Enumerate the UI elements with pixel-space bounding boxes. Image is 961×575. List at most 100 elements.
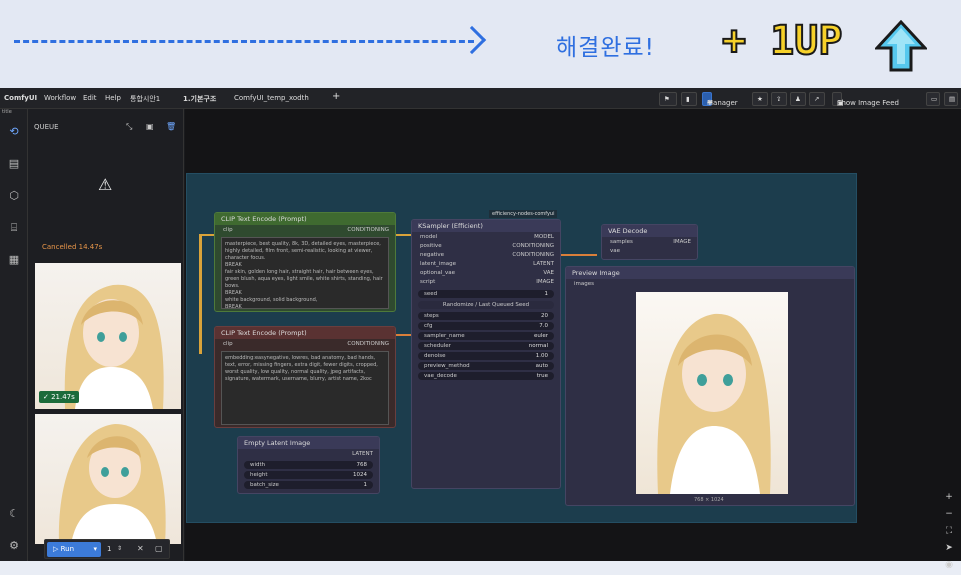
negative-prompt-textarea[interactable]: embedding:easynegative, lowres, bad anat…	[221, 351, 389, 425]
node-title: CLIP Text Encode (Prompt)	[215, 327, 395, 339]
run-button[interactable]: ▷ Run ▾	[47, 542, 101, 557]
model-input[interactable]: model	[420, 234, 437, 240]
manager-button[interactable]: ✚ Manager	[702, 92, 738, 107]
fit-view-icon[interactable]: ⛶	[942, 523, 956, 540]
positive-input[interactable]: positive	[420, 243, 442, 249]
menu-help[interactable]: Help	[105, 94, 121, 102]
stepper-icon[interactable]: ⇕	[117, 545, 122, 552]
settings-gear-icon[interactable]: ⚙	[7, 539, 21, 553]
tab-workflow-3[interactable]: ComfyUI_temp_xodth	[234, 94, 309, 102]
layout-icon[interactable]: ▤	[944, 92, 958, 106]
vae-decode-node[interactable]: VAE Decode samples IMAGE vae	[601, 224, 698, 260]
tab-workflow-2[interactable]: 1.기본구조	[183, 94, 216, 104]
clip-text-encode-positive-node[interactable]: CLIP Text Encode (Prompt) clip CONDITION…	[214, 212, 396, 312]
chevron-down-icon: ▾	[93, 545, 97, 553]
latent-type: LATENT	[533, 261, 554, 267]
optional-vae-input[interactable]: optional_vae	[420, 270, 455, 276]
images-input[interactable]: images	[574, 281, 594, 287]
menu-workflow[interactable]: Workflow	[44, 94, 76, 102]
node-title: VAE Decode	[602, 225, 697, 237]
node-library-icon[interactable]: ▤	[7, 157, 21, 171]
preview-method-widget[interactable]: preview_method auto	[418, 362, 554, 370]
left-sidebar: title ⟲ ▤ ⬡ ⌸ ▦ ☾ ⚙	[0, 109, 28, 561]
graph-canvas[interactable]: CLIP Text Encode (Prompt) clip CONDITION…	[185, 109, 961, 570]
ksampler-efficient-node[interactable]: KSampler (Efficient) model MODEL positiv…	[411, 219, 561, 489]
zoom-in-icon[interactable]: +	[942, 489, 956, 506]
clip-text-encode-negative-node[interactable]: CLIP Text Encode (Prompt) clip CONDITION…	[214, 326, 396, 428]
anime-girl-image	[64, 284, 164, 409]
trash-icon[interactable]: 🗑	[166, 122, 176, 131]
history-icon[interactable]: ⟲	[7, 125, 21, 139]
batch-count[interactable]: 1	[107, 545, 111, 553]
latent-image-input[interactable]: latent_image	[420, 261, 456, 267]
model-library-icon[interactable]: ⬡	[7, 189, 21, 203]
new-tab-plus-icon[interactable]: +	[332, 91, 340, 102]
users-icon[interactable]: ♟	[790, 92, 806, 106]
denoise-widget[interactable]: denoise 1.00	[418, 352, 554, 360]
close-icon[interactable]: ✕	[137, 544, 144, 553]
zoom-out-icon[interactable]: −	[942, 506, 956, 523]
star-icon[interactable]: ★	[752, 92, 768, 106]
cancelled-status: Cancelled 14.47s	[42, 243, 103, 251]
scheduler-widget[interactable]: scheduler normal	[418, 342, 554, 350]
gallery-icon[interactable]: ▣	[146, 122, 154, 131]
top-menubar: ComfyUI Workflow Edit Help 통합시안1 1.기본구조 …	[0, 88, 961, 109]
time-badge: ✓ 21.47s	[39, 391, 79, 403]
wire	[199, 234, 202, 354]
collapse-icon[interactable]: ⤡	[126, 122, 132, 132]
vae-decode-widget[interactable]: vae_decode true	[418, 372, 554, 380]
latent-output[interactable]: LATENT	[352, 451, 373, 457]
node-source-tag: efficiency-nodes-comfyui	[489, 210, 558, 218]
templates-icon[interactable]: ▦	[7, 253, 21, 267]
negative-input[interactable]: negative	[420, 252, 444, 258]
zoom-controls: + − ⛶ ➤ ◉	[942, 489, 956, 575]
script-input[interactable]: script	[420, 279, 435, 285]
image-output[interactable]: IMAGE	[673, 239, 691, 245]
width-widget[interactable]: width 768	[244, 461, 373, 469]
queue-thumbnail-1[interactable]: ✓ 21.47s	[35, 263, 181, 409]
clip-input[interactable]: clip	[223, 341, 233, 347]
chevron-right-icon	[457, 25, 487, 55]
panel-toggle-icon[interactable]: ▭	[926, 92, 940, 106]
steps-widget[interactable]: steps 20	[418, 312, 554, 320]
stop-icon[interactable]: ▢	[155, 544, 163, 553]
wire	[557, 254, 597, 256]
play-icon: ▷	[53, 545, 61, 553]
show-image-feed-button[interactable]: ▣ Show Image Feed	[832, 92, 899, 107]
samples-input[interactable]: samples	[610, 239, 633, 245]
node-title: Preview Image	[566, 267, 854, 279]
theme-moon-icon[interactable]: ☾	[7, 507, 21, 521]
positive-type: CONDITIONING	[512, 243, 554, 249]
conditioning-output[interactable]: CONDITIONING	[347, 227, 389, 233]
done-label: 해결완료!	[556, 35, 655, 61]
seed-control-button[interactable]: Randomize / Last Queued Seed	[418, 301, 554, 309]
empty-latent-image-node[interactable]: Empty Latent Image LATENT width 768 heigh…	[237, 436, 380, 494]
dashed-arrow-line	[14, 40, 474, 43]
pointer-icon[interactable]: ➤	[942, 540, 956, 557]
workflow-group: CLIP Text Encode (Prompt) clip CONDITION…	[186, 173, 857, 523]
seed-widget[interactable]: seed 1	[418, 290, 554, 298]
conditioning-output[interactable]: CONDITIONING	[347, 341, 389, 347]
clip-input[interactable]: clip	[223, 227, 233, 233]
workflows-icon[interactable]: ⌸	[7, 221, 21, 235]
check-icon: ✓	[43, 393, 52, 401]
app-logo: ComfyUI	[4, 94, 38, 102]
comfyui-window: ComfyUI Workflow Edit Help 통합시안1 1.기본구조 …	[0, 88, 961, 570]
tab-workflow-1[interactable]: 통합시안1	[130, 94, 160, 104]
visibility-icon[interactable]: ◉	[942, 557, 956, 574]
queue-thumbnail-2[interactable]	[35, 414, 181, 544]
pin-icon[interactable]: ▮	[681, 92, 697, 106]
preview-image-node[interactable]: Preview Image images 768 × 1024	[565, 266, 855, 506]
positive-prompt-textarea[interactable]: masterpiece, best quality, 8k, 3D, detai…	[221, 237, 389, 309]
model-type: MODEL	[534, 234, 554, 240]
share-icon[interactable]: ⇪	[771, 92, 787, 106]
cfg-widget[interactable]: cfg 7.0	[418, 322, 554, 330]
height-widget[interactable]: height 1024	[244, 471, 373, 479]
export-icon[interactable]: ↗	[809, 92, 825, 106]
sampler-name-widget[interactable]: sampler_name euler	[418, 332, 554, 340]
menu-edit[interactable]: Edit	[83, 94, 97, 102]
bookmark-icon[interactable]: ⚑	[659, 92, 677, 106]
run-toolbar: ▷ Run ▾ 1 ⇕ ✕ ▢	[44, 539, 170, 559]
batch-size-widget[interactable]: batch_size 1	[244, 481, 373, 489]
vae-input[interactable]: vae	[610, 248, 620, 254]
